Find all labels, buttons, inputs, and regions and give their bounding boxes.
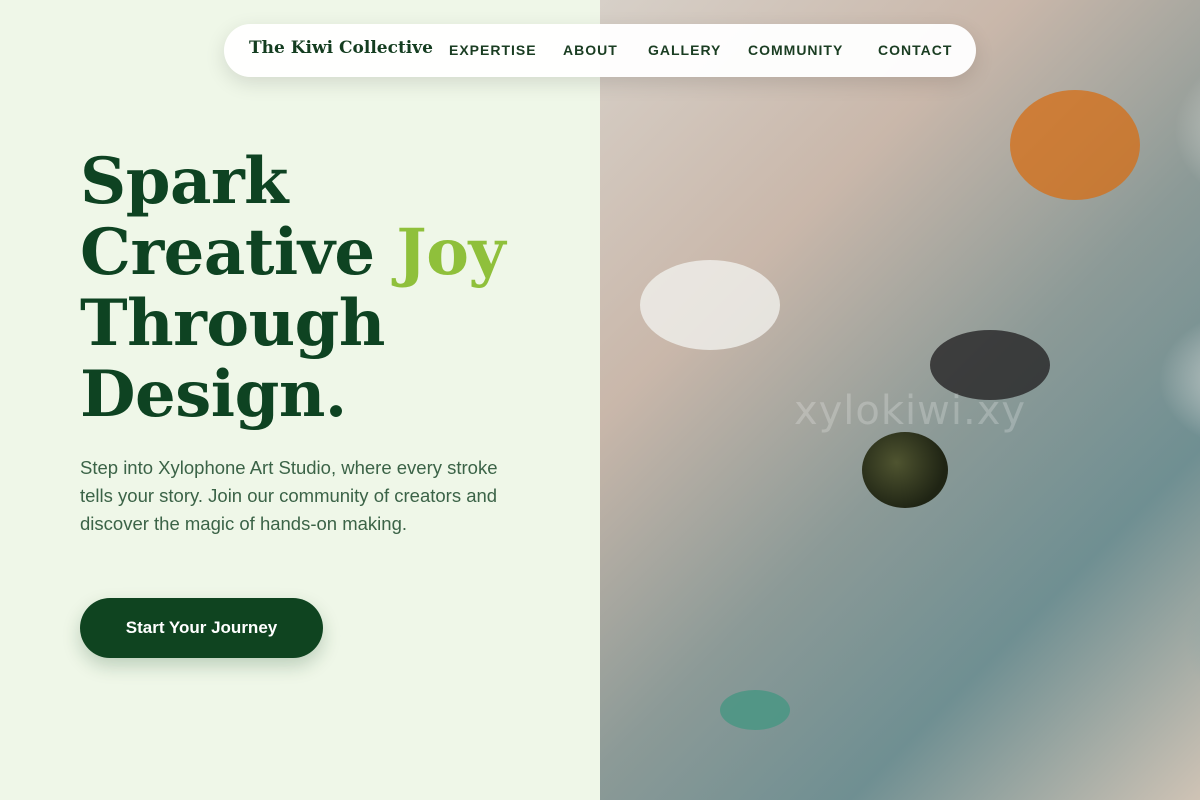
nav-link-contact[interactable]: CONTACT bbox=[878, 42, 952, 58]
headline-line-2: Creative Joy bbox=[80, 217, 580, 288]
paint-dab-olive bbox=[862, 432, 948, 508]
image-watermark: xylokiwi.xy bbox=[793, 388, 1027, 434]
headline-accent-word: Joy bbox=[396, 215, 506, 290]
hero-description: Step into Xylophone Art Studio, where ev… bbox=[80, 457, 498, 534]
headline-line-3: Through bbox=[80, 286, 385, 361]
nav-link-community[interactable]: COMMUNITY bbox=[748, 42, 843, 58]
headline-line-4: Design. bbox=[80, 357, 347, 432]
headline-word-creative: Creative bbox=[80, 215, 397, 290]
nav-link-gallery[interactable]: GALLERY bbox=[648, 42, 721, 58]
start-journey-button[interactable]: Start Your Journey bbox=[80, 598, 323, 658]
top-navigation-bar: The Kiwi Collective EXPERTISE ABOUT GALL… bbox=[224, 24, 976, 77]
paint-stroke-white bbox=[640, 260, 780, 350]
nav-link-expertise[interactable]: EXPERTISE bbox=[449, 42, 537, 58]
nav-link-about[interactable]: ABOUT bbox=[563, 42, 618, 58]
hero-artwork-image: xylokiwi.xy bbox=[600, 0, 1200, 800]
paint-stroke-teal bbox=[720, 690, 790, 730]
paint-stroke-orange bbox=[1010, 90, 1140, 200]
hero-headline: Spark Creative Joy Through Design. bbox=[80, 146, 580, 430]
headline-line-1: Spark bbox=[80, 144, 289, 219]
brand-logo-link[interactable]: The Kiwi Collective bbox=[249, 38, 433, 58]
